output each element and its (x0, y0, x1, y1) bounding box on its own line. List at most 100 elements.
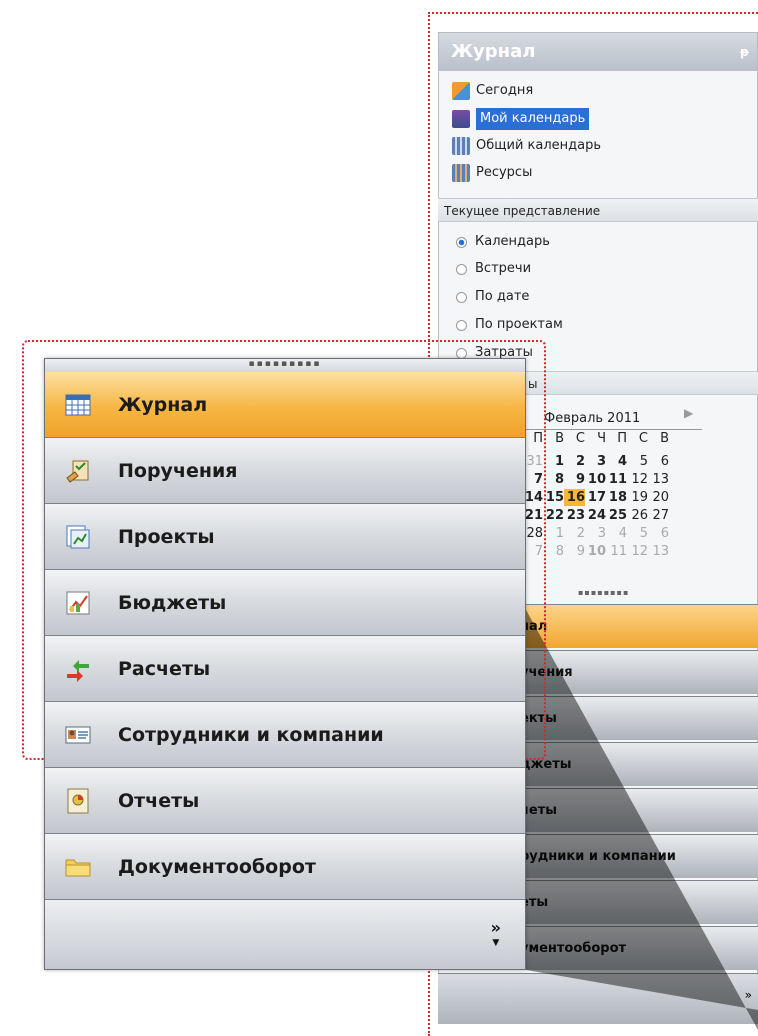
calendar-day[interactable]: 3 (585, 453, 606, 470)
radio-unchecked-icon (456, 291, 467, 303)
calendar-day[interactable]: 1 (543, 525, 564, 542)
weekday-label: Ч (597, 431, 606, 446)
calendar-day[interactable]: 2 (564, 453, 585, 470)
nav-item-my-calendar[interactable]: Мой календарь (452, 108, 590, 130)
calendar-day[interactable]: 12 (627, 543, 648, 560)
nav-button-label: Отчеты (118, 789, 200, 812)
calendar-day[interactable]: 26 (627, 507, 648, 524)
chevron-down-icon: ▼ (492, 938, 500, 948)
nav-button-employees[interactable]: Сотрудники и компании (45, 702, 525, 768)
radio-unchecked-icon (456, 319, 467, 331)
shared-calendar-icon (452, 137, 470, 155)
budget-chart-icon (65, 590, 91, 616)
nav-button-label: Журнал (118, 393, 208, 416)
nav-button-label: Проекты (118, 525, 215, 548)
next-month-icon[interactable]: ▶ (684, 406, 693, 420)
calendar-day-today[interactable]: 16 (564, 489, 585, 506)
nav-button-documents[interactable]: Документооборот (45, 834, 525, 900)
more-buttons-icon[interactable]: » ▼ (491, 920, 501, 949)
nav-item-label: Мой календарь (476, 108, 590, 130)
nav-button-label: Документооборот (118, 855, 316, 878)
calendar-day[interactable]: 6 (648, 453, 669, 470)
contact-card-icon (65, 722, 91, 748)
calendar-day[interactable]: 3 (585, 525, 606, 542)
calendar-day[interactable]: 12 (627, 471, 648, 488)
nav-button-budgets[interactable]: Бюджеты (45, 570, 525, 636)
calendar-day[interactable]: 13 (648, 471, 669, 488)
more-buttons-icon[interactable]: » (745, 988, 752, 1002)
nav-item-shared-calendar[interactable]: Общий календарь (452, 135, 601, 157)
nav-button-payments[interactable]: Расчеты (45, 636, 525, 702)
calendar-day[interactable]: 25 (606, 507, 627, 524)
calendar-day[interactable]: 19 (627, 489, 648, 506)
weekday-label: С (575, 431, 585, 446)
small-panel-title: Журнал (451, 41, 536, 62)
view-option-label: По проектам (475, 317, 563, 332)
calendar-day[interactable]: 4 (606, 525, 627, 542)
report-document-icon (65, 788, 91, 814)
calendar-day[interactable]: 15 (543, 489, 564, 506)
nav-item-label: Общий календарь (476, 138, 602, 153)
nav-button-reports[interactable]: Отчеты (45, 768, 525, 834)
project-chart-icon (65, 524, 91, 550)
small-panel-header: Журнал ᵽ (439, 33, 757, 71)
weekday-label: П (617, 431, 627, 446)
view-option-calendar[interactable]: Календарь (456, 231, 550, 253)
calendar-divider (520, 429, 702, 430)
splitter-grip-icon[interactable]: ▪▪▪▪▪▪▪▪ (578, 588, 629, 597)
calendar-day[interactable]: 24 (585, 507, 606, 524)
view-option-by-projects[interactable]: По проектам (456, 314, 563, 336)
calendar-day[interactable]: 11 (606, 471, 627, 488)
enlarged-panel-footer: » ▼ (45, 900, 525, 969)
calendar-day[interactable]: 9 (564, 471, 585, 488)
more-buttons-glyph: » (490, 918, 501, 937)
calendar-day[interactable]: 2 (564, 525, 585, 542)
nav-button-label: Расчеты (118, 657, 211, 680)
small-panel-footer: » (438, 973, 758, 1024)
nav-button-label: Сотрудники и компании (118, 723, 384, 746)
calendar-day[interactable]: 8 (543, 471, 564, 488)
weekday-label: В (660, 431, 669, 446)
calendar-day[interactable]: 22 (543, 507, 564, 524)
calendar-grid-icon (65, 392, 91, 418)
calendar-day[interactable]: 6 (648, 525, 669, 542)
calendar-day[interactable]: 23 (564, 507, 585, 524)
weekday-label: С (638, 431, 648, 446)
nav-item-today[interactable]: Сегодня (452, 80, 533, 102)
view-option-meetings[interactable]: Встречи (456, 258, 531, 280)
radio-unchecked-icon (456, 263, 467, 275)
calendar-day[interactable]: 10 (585, 471, 606, 488)
nav-button-tasks[interactable]: Поручения (45, 438, 525, 504)
calendar-day[interactable]: 27 (648, 507, 669, 524)
view-option-by-date[interactable]: По дате (456, 286, 529, 308)
my-calendar-icon (452, 110, 470, 128)
calendar-day[interactable]: 17 (585, 489, 606, 506)
current-view-header: Текущее представление (438, 198, 758, 222)
calendar-day[interactable]: 4 (606, 453, 627, 470)
resources-icon (452, 164, 470, 182)
enlarged-navigation-panel: ▪▪▪▪▪▪▪▪▪ Журнал Поручения Проекты Бюдже… (44, 358, 526, 970)
nav-button-journal[interactable]: Журнал (45, 372, 525, 438)
nav-item-resources[interactable]: Ресурсы (452, 162, 532, 184)
calendar-day[interactable]: 9 (564, 543, 585, 560)
calendar-day[interactable]: 8 (543, 543, 564, 560)
calendar-day[interactable]: 1 (543, 453, 564, 470)
nav-item-label: Ресурсы (476, 165, 533, 180)
view-option-label: По дате (475, 289, 530, 304)
calendar-day[interactable]: 18 (606, 489, 627, 506)
pin-icon[interactable]: ᵽ (740, 33, 749, 71)
splitter-grip-icon[interactable]: ▪▪▪▪▪▪▪▪▪ (45, 359, 525, 372)
calendar-day[interactable]: 20 (648, 489, 669, 506)
task-checklist-icon (65, 458, 91, 484)
nav-item-label: Сегодня (476, 83, 534, 98)
view-option-label: Встречи (475, 261, 532, 276)
nav-button-projects[interactable]: Проекты (45, 504, 525, 570)
calendar-day[interactable]: 11 (606, 543, 627, 560)
calendar-day[interactable]: 5 (627, 453, 648, 470)
calendar-day[interactable]: 5 (627, 525, 648, 542)
calendar-day[interactable]: 13 (648, 543, 669, 560)
calendar-day[interactable]: 10 (585, 543, 606, 560)
dotted-top-line (428, 12, 758, 14)
calendar-month-label: Февраль 2011 (544, 411, 641, 426)
nav-button-label: Поручения (118, 459, 238, 482)
